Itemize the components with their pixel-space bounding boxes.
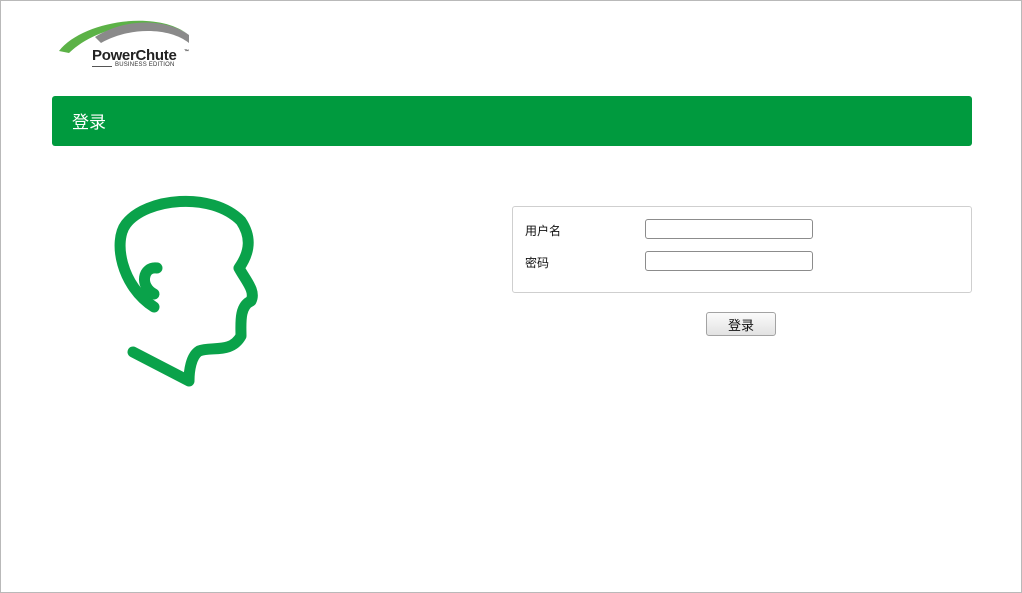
login-button[interactable]: 登录 [706, 312, 776, 336]
page-title: 登录 [72, 113, 106, 133]
password-label: 密码 [525, 256, 550, 270]
logo-divider [92, 66, 112, 67]
powerchute-logo: PowerChute ™ BUSINESS EDITION [57, 13, 197, 73]
login-form-panel: 用户名 密码 [512, 206, 972, 293]
user-head-profile-icon [101, 186, 281, 396]
password-input[interactable] [645, 251, 813, 271]
username-label: 用户名 [525, 224, 562, 238]
title-banner: 登录 [52, 96, 972, 146]
username-input[interactable] [645, 219, 813, 239]
page-frame: PowerChute ™ BUSINESS EDITION 登录 用户名 密码 … [0, 0, 1022, 593]
logo-trademark: ™ [184, 49, 189, 55]
logo-edition: BUSINESS EDITION [115, 62, 175, 68]
